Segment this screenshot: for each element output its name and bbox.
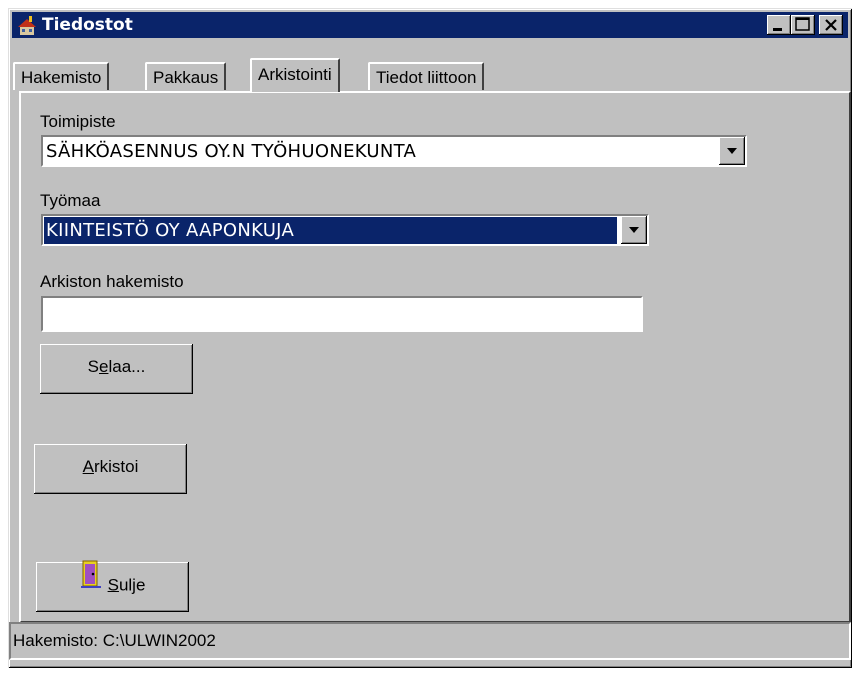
window-title: Tiedostot <box>42 15 133 35</box>
chevron-down-icon[interactable] <box>719 137 745 165</box>
office-label: Toimipiste <box>40 112 116 131</box>
office-select-value: SÄHKÖASENNUS OY.N TYÖHUONEKUNTA <box>46 141 417 162</box>
maximize-button[interactable] <box>791 15 815 35</box>
tab-pakkaus[interactable]: Pakkaus <box>145 62 227 90</box>
tab-arkistointi[interactable]: Arkistointi <box>250 58 340 92</box>
archive-button[interactable]: Arkistoi <box>34 444 187 494</box>
door-exit-icon <box>80 559 102 607</box>
archive-dir-label: Arkiston hakemisto <box>40 272 184 291</box>
site-label: Työmaa <box>40 191 101 210</box>
app-window: Tiedostot Hakemisto Pakkaus Arkistointi … <box>8 8 852 668</box>
tab-tiedot-liittoon[interactable]: Tiedot liittoon <box>368 62 485 90</box>
browse-button[interactable]: Selaa... <box>40 344 193 394</box>
close-button[interactable]: Sulje <box>36 559 189 612</box>
status-bar: Hakemisto: C:\ULWIN2002 <box>9 622 851 660</box>
title-bar[interactable]: Tiedostot <box>12 12 848 38</box>
chevron-down-icon[interactable] <box>621 216 647 244</box>
office-select[interactable]: SÄHKÖASENNUS OY.N TYÖHUONEKUNTA <box>41 135 747 167</box>
minimize-button[interactable] <box>767 15 791 35</box>
site-select-value: KIINTEISTÖ OY AAPONKUJA <box>44 217 617 244</box>
tab-hakemisto[interactable]: Hakemisto <box>13 62 110 90</box>
close-window-button[interactable] <box>819 15 843 35</box>
site-select[interactable]: KIINTEISTÖ OY AAPONKUJA <box>41 214 649 246</box>
archive-dir-input[interactable] <box>41 296 643 332</box>
building-icon <box>16 15 38 35</box>
